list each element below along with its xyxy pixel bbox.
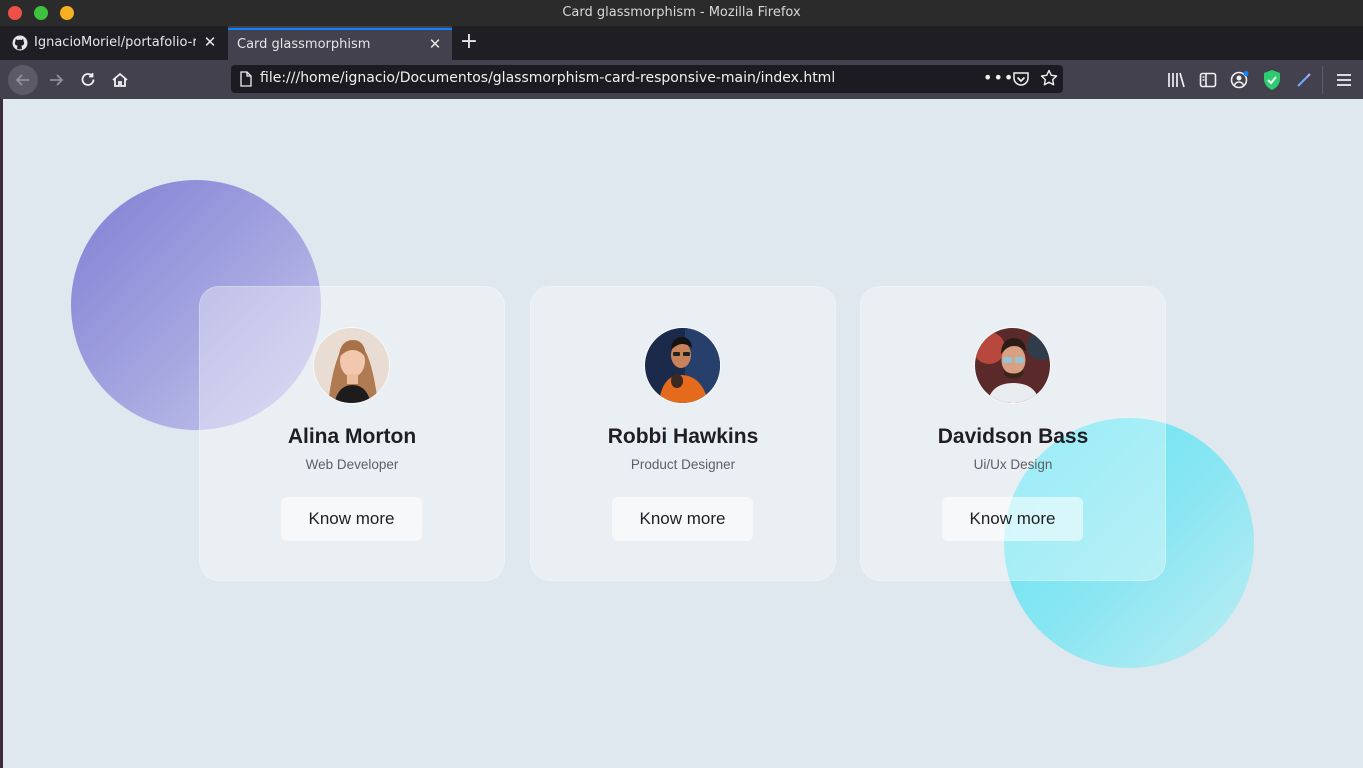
card-role: Product Designer — [630, 457, 736, 472]
tab-label: IgnacioMoriel/portafolio-r — [34, 35, 196, 50]
close-tab-icon[interactable]: ✕ — [201, 33, 219, 51]
github-icon — [12, 35, 28, 55]
title-bar: Card glassmorphism - Mozilla Firefox — [0, 0, 1363, 26]
account-icon[interactable] — [1230, 70, 1250, 90]
pocket-icon[interactable] — [1012, 70, 1030, 92]
browser-window: Card glassmorphism - Mozilla Firefox Ign… — [0, 0, 1363, 768]
card-name: Davidson Bass — [937, 425, 1089, 448]
tab-card-glassmorphism[interactable]: Card glassmorphism ✕ — [228, 26, 452, 60]
tab-label: Card glassmorphism — [237, 37, 371, 52]
profile-card: Alina Morton Web Developer Know more — [199, 286, 505, 581]
bookmark-star-icon[interactable] — [1040, 69, 1058, 91]
shield-extension-icon[interactable] — [1262, 69, 1282, 91]
back-arrow-icon — [15, 74, 29, 86]
reload-button[interactable] — [73, 65, 103, 95]
home-icon — [112, 72, 128, 87]
know-more-button[interactable]: Know more — [942, 497, 1083, 541]
card-name: Robbi Hawkins — [607, 425, 759, 448]
card-name: Alina Morton — [287, 425, 417, 448]
page-file-icon — [239, 71, 253, 91]
home-button[interactable] — [105, 65, 135, 95]
toolbar-separator — [1322, 66, 1323, 94]
window-title: Card glassmorphism - Mozilla Firefox — [562, 5, 801, 20]
library-icon[interactable] — [1166, 70, 1186, 90]
forward-arrow-icon — [50, 74, 64, 86]
page-content: Alina Morton Web Developer Know more Rob… — [0, 99, 1363, 768]
profile-card: Robbi Hawkins Product Designer Know more — [530, 286, 836, 581]
url-bar[interactable]: file:///home/ignacio/Documentos/glassmor… — [231, 65, 1063, 93]
color-picker-extension-icon[interactable] — [1294, 70, 1314, 90]
tab-strip: IgnacioMoriel/portafolio-r ✕ Card glassm… — [0, 26, 1363, 60]
card-role: Ui/Ux Design — [973, 457, 1053, 472]
avatar — [313, 327, 390, 404]
forward-button[interactable] — [41, 65, 71, 95]
page-actions-ellipsis-icon[interactable]: ••• — [983, 68, 1014, 87]
know-more-button[interactable]: Know more — [281, 497, 422, 541]
know-more-button[interactable]: Know more — [612, 497, 753, 541]
url-text[interactable]: file:///home/ignacio/Documentos/glassmor… — [260, 70, 835, 86]
reload-icon — [81, 73, 95, 86]
active-tab-indicator — [228, 28, 452, 30]
hamburger-menu-icon[interactable] — [1334, 70, 1354, 90]
sidebar-icon[interactable] — [1198, 70, 1218, 90]
window-left-edge — [0, 99, 3, 768]
tab-github[interactable]: IgnacioMoriel/portafolio-r ✕ — [0, 26, 227, 60]
avatar — [644, 327, 721, 404]
profile-card: Davidson Bass Ui/Ux Design Know more — [860, 286, 1166, 581]
avatar — [974, 327, 1051, 404]
card-role: Web Developer — [305, 457, 399, 472]
back-button[interactable] — [8, 65, 38, 95]
close-tab-icon[interactable]: ✕ — [426, 35, 444, 53]
new-tab-plus-icon[interactable]: + — [458, 31, 480, 53]
